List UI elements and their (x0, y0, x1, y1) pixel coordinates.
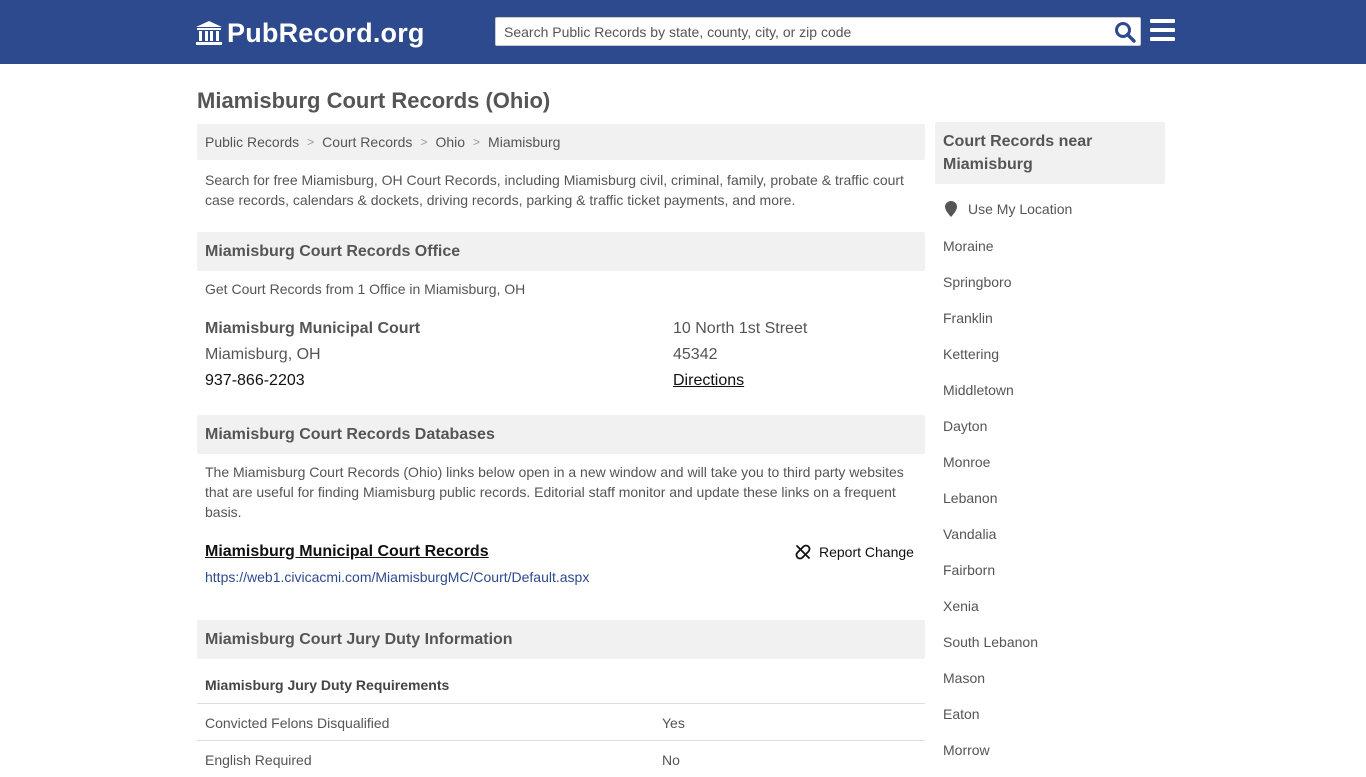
database-link-title[interactable]: Miamisburg Municipal Court Records (205, 543, 489, 561)
sidebar-city-link[interactable]: Kettering (943, 346, 999, 362)
jury-row-label: English Required (205, 752, 312, 768)
page-title: Miamisburg Court Records (Ohio) (197, 88, 551, 113)
hamburger-menu-icon[interactable] (1150, 19, 1176, 43)
breadcrumb-separator: > (420, 135, 428, 149)
office-city: Miamisburg, OH (205, 346, 321, 363)
breadcrumb-separator: > (307, 135, 315, 149)
office-section-heading: Miamisburg Court Records Office (197, 232, 925, 271)
jury-subheading: Miamisburg Jury Duty Requirements (205, 677, 450, 693)
logo-text: PubRecord.org (227, 17, 425, 48)
breadcrumb-public-records[interactable]: Public Records (205, 134, 299, 150)
sidebar-city-link[interactable]: Springboro (943, 274, 1012, 290)
sidebar-city-link[interactable]: Vandalia (943, 526, 996, 542)
courthouse-icon (196, 21, 222, 45)
sidebar-city-link[interactable]: Franklin (943, 310, 993, 326)
jury-row-value: Yes (662, 715, 685, 731)
databases-description: The Miamisburg Court Records (Ohio) link… (205, 464, 904, 520)
office-section-subtitle: Get Court Records from 1 Office in Miami… (205, 281, 526, 297)
breadcrumb-ohio[interactable]: Ohio (435, 134, 465, 150)
sidebar-city-link[interactable]: Middletown (943, 382, 1014, 398)
sidebar-city-link[interactable]: Lebanon (943, 490, 998, 506)
search-icon[interactable] (1114, 21, 1136, 43)
breadcrumb: Public Records > Court Records > Ohio > … (197, 124, 925, 160)
office-street: 10 North 1st Street (673, 320, 808, 337)
map-marker-icon (945, 201, 957, 217)
breadcrumb-court-records[interactable]: Court Records (322, 134, 412, 150)
intro-text: Search for free Miamisburg, OH Court Rec… (205, 172, 904, 208)
site-logo[interactable]: PubRecord.org (195, 17, 425, 49)
site-header: PubRecord.org (0, 0, 1366, 64)
office-phone[interactable]: 937-866-2203 (205, 372, 305, 390)
office-name: Miamisburg Municipal Court (205, 320, 421, 337)
sidebar-city-link[interactable]: Eaton (943, 706, 980, 722)
sidebar-city-link[interactable]: Morrow (943, 742, 990, 758)
search-box (495, 17, 1141, 46)
jury-row-label: Convicted Felons Disqualified (205, 715, 390, 731)
office-zip: 45342 (673, 346, 718, 363)
sidebar-city-link[interactable]: Fairborn (943, 562, 995, 578)
broken-link-icon (795, 544, 811, 560)
table-row: Convicted Felons Disqualified Yes (197, 703, 925, 740)
breadcrumb-separator: > (473, 135, 481, 149)
sidebar-city-link[interactable]: Dayton (943, 418, 987, 434)
search-input[interactable] (496, 18, 1106, 45)
jury-row-value: No (662, 752, 680, 768)
jury-section-heading: Miamisburg Court Jury Duty Information (197, 620, 925, 659)
use-my-location-button[interactable]: Use My Location (945, 201, 1072, 217)
databases-section-heading: Miamisburg Court Records Databases (197, 415, 925, 454)
sidebar-city-link[interactable]: South Lebanon (943, 634, 1038, 650)
sidebar-city-link[interactable]: Mason (943, 670, 985, 686)
sidebar-city-link[interactable]: Xenia (943, 598, 979, 614)
report-change-button[interactable]: Report Change (795, 544, 914, 560)
sidebar-heading: Court Records near Miamisburg (935, 122, 1165, 184)
directions-link[interactable]: Directions (673, 372, 744, 390)
sidebar-city-link[interactable]: Monroe (943, 454, 990, 470)
report-change-label: Report Change (819, 544, 914, 560)
breadcrumb-miamisburg[interactable]: Miamisburg (488, 134, 560, 150)
sidebar-city-link[interactable]: Moraine (943, 238, 994, 254)
use-my-location-label: Use My Location (968, 201, 1073, 217)
database-link-url[interactable]: https://web1.civicacmi.com/MiamisburgMC/… (205, 569, 589, 585)
table-row: English Required No (197, 740, 925, 777)
